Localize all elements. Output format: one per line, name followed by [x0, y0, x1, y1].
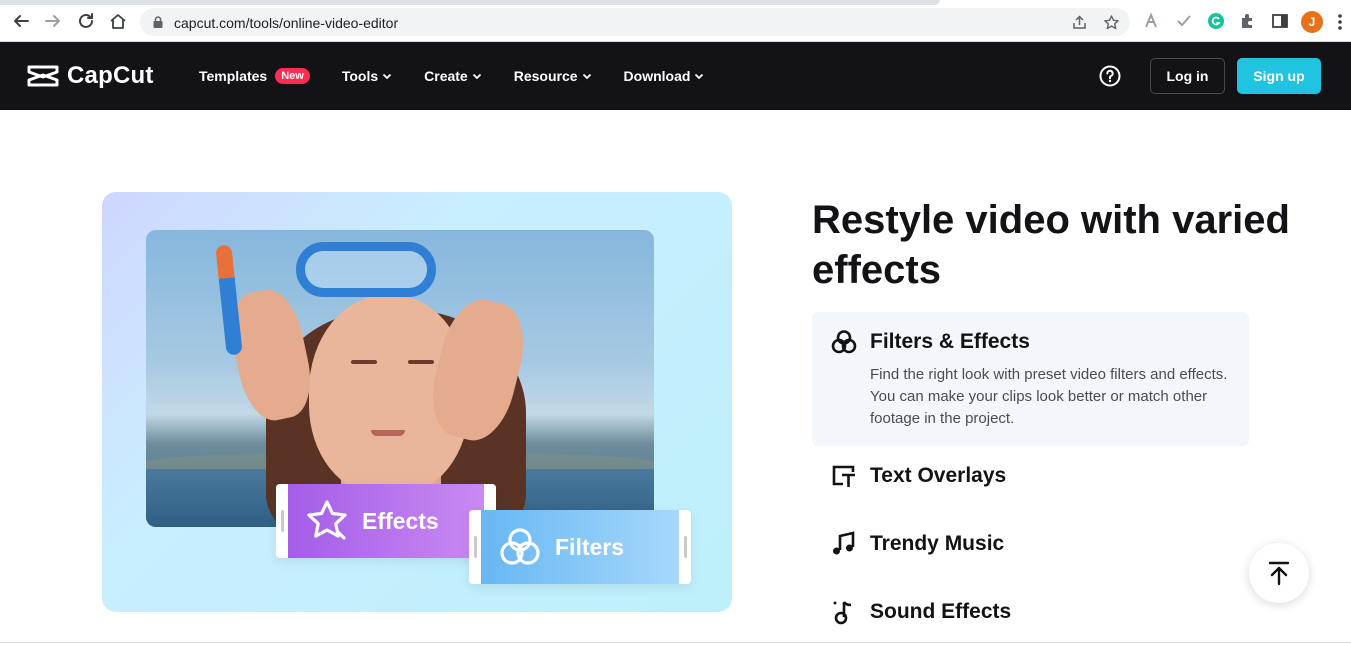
lock-icon[interactable] — [151, 15, 165, 29]
text-overlay-icon — [832, 465, 855, 487]
feature-title: Trendy Music — [870, 532, 1005, 555]
filters-clip-chip: Filters — [469, 510, 691, 584]
section-headline: Restyle video with varied effects — [812, 198, 1290, 292]
scroll-to-top-button[interactable] — [1249, 543, 1309, 603]
address-bar[interactable]: capcut.com/tools/online-video-editor — [140, 8, 1130, 36]
arrow-up-icon — [1268, 561, 1290, 586]
effects-chip-label: Effects — [362, 507, 439, 534]
signup-button[interactable]: Sign up — [1237, 58, 1321, 94]
nav-download[interactable]: Download — [624, 68, 705, 84]
extension-a-icon[interactable] — [1143, 12, 1161, 30]
checkmark-extension-icon[interactable] — [1175, 12, 1193, 30]
feature-filters-effects[interactable]: Filters & Effects — [830, 328, 1030, 356]
url-text[interactable]: capcut.com/tools/online-video-editor — [174, 15, 398, 31]
profile-avatar[interactable]: J — [1301, 11, 1323, 33]
nav-tools-label: Tools — [341, 68, 379, 84]
feature-text-overlays[interactable]: Text Overlays — [830, 462, 1006, 490]
filters-chip-label: Filters — [555, 533, 625, 560]
feature-title: Filters & Effects — [870, 330, 1030, 353]
home-icon[interactable] — [108, 11, 128, 31]
chevron-down-icon — [582, 73, 591, 80]
reload-icon[interactable] — [76, 11, 96, 31]
help-icon[interactable] — [1099, 65, 1121, 87]
feature-sound-effects[interactable]: Sound Effects — [830, 598, 1011, 626]
feature-trendy-music[interactable]: Trendy Music — [830, 530, 1004, 558]
logo-text: CapCut — [67, 62, 154, 89]
nav-resource-label: Resource — [513, 68, 578, 84]
feature-description: Find the right look with preset video fi… — [870, 366, 1228, 427]
grammarly-icon[interactable] — [1207, 12, 1225, 30]
nav-resource[interactable]: Resource — [514, 68, 592, 84]
sound-effects-icon — [833, 601, 852, 625]
sparkle-star-icon — [307, 500, 347, 540]
nav-create-label: Create — [424, 68, 468, 84]
feature-title: Sound Effects — [870, 600, 1012, 623]
browser-toolbar: capcut.com/tools/online-video-editor J — [0, 0, 1351, 42]
nav-tools[interactable]: Tools — [342, 68, 392, 84]
nav-download-label: Download — [623, 68, 691, 84]
nav-templates[interactable]: Templates New — [199, 68, 310, 84]
site-header: CapCut Templates New Tools Create Resour… — [0, 42, 1351, 110]
browser-menu-icon[interactable] — [1337, 13, 1343, 31]
main-nav: Templates New Tools Create Resource Down… — [199, 68, 736, 84]
filters-icon — [500, 528, 540, 565]
chevron-down-icon — [695, 73, 704, 80]
login-button[interactable]: Log in — [1150, 58, 1225, 94]
capcut-logo[interactable]: CapCut — [27, 62, 154, 90]
chevron-down-icon — [472, 73, 481, 80]
new-badge: New — [275, 68, 310, 84]
nav-create[interactable]: Create — [424, 68, 482, 84]
viewport-bottom-border — [0, 642, 1351, 643]
effects-clip-chip: Effects — [276, 484, 496, 558]
bookmark-star-icon[interactable] — [1103, 14, 1120, 31]
preview-photo — [146, 230, 654, 527]
capcut-logo-icon — [27, 65, 59, 87]
forward-icon[interactable] — [43, 11, 63, 31]
feature-preview-card: Effects Filters — [102, 192, 732, 612]
music-icon — [833, 531, 855, 555]
filters-effects-icon — [831, 330, 857, 354]
back-icon[interactable] — [11, 11, 31, 31]
tab-strip — [0, 0, 940, 5]
chevron-down-icon — [383, 73, 392, 80]
nav-templates-label: Templates — [199, 68, 268, 84]
side-panel-icon[interactable] — [1271, 12, 1289, 30]
extensions-puzzle-icon[interactable] — [1239, 12, 1257, 30]
share-icon[interactable] — [1071, 14, 1088, 31]
feature-title: Text Overlays — [870, 464, 1007, 487]
